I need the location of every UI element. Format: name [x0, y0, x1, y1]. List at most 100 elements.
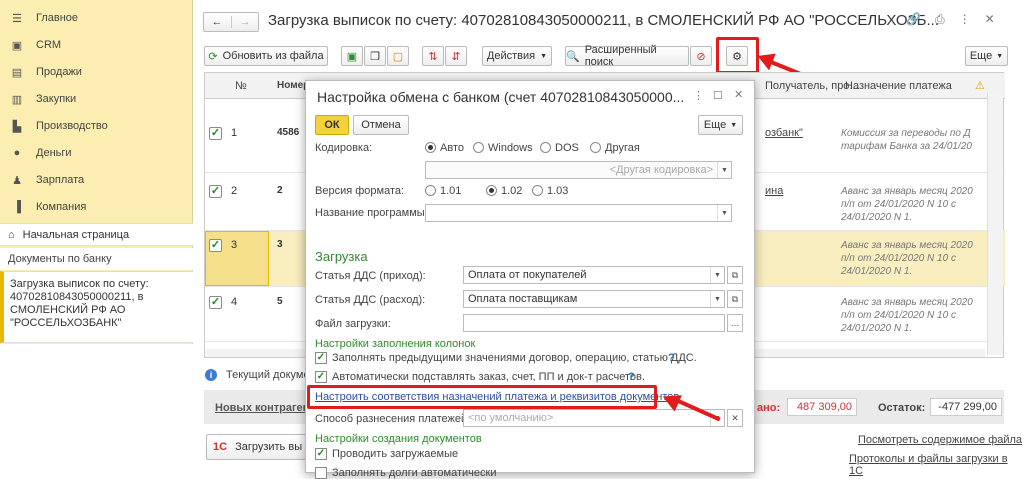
window-controls: 🔗 ⎙ ⋮ ✕ [906, 12, 995, 27]
open-icon: ⧉ [731, 293, 739, 304]
copy-button[interactable]: ❐ [364, 46, 386, 66]
vertical-scrollbar[interactable] [987, 93, 1003, 355]
ellipsis-icon: … [730, 318, 740, 328]
counterparty-link[interactable]: ина [765, 185, 783, 197]
dds-in-label: Статья ДДС (приход): [315, 270, 426, 282]
dialog-title: Настройка обмена с банком (счет 40702810… [317, 89, 685, 105]
radio-enc-other[interactable] [590, 142, 601, 153]
radio-enc-auto[interactable] [425, 142, 436, 153]
dds-in-field[interactable]: Оплата от покупателей ▼ [463, 266, 725, 284]
sidebar-empty-area [0, 344, 193, 473]
radio-version-102[interactable] [486, 185, 497, 196]
row-checkbox[interactable]: ✓ [209, 239, 222, 252]
row-checkbox[interactable]: ✓ [209, 185, 222, 198]
cancel-button[interactable]: Отмена [353, 115, 409, 135]
browse-file-button[interactable]: … [727, 314, 743, 332]
money-icon: ● [13, 147, 21, 159]
sort-asc-icon: ⇅ [428, 50, 438, 63]
open-window-item[interactable]: Загрузка выписок по счету: 4070281084305… [0, 271, 193, 343]
sidebar-item-main[interactable]: ☰ Главное [0, 5, 193, 31]
view-file-link[interactable]: Посмотреть содержимое файла [858, 434, 1022, 446]
company-icon: ▐ [13, 201, 21, 213]
open-dds-in-button[interactable]: ⧉ [727, 266, 743, 284]
auto-substitute-checkbox[interactable]: ✓ [315, 371, 327, 383]
home-icon: ⌂ [8, 228, 15, 241]
file-field[interactable] [463, 314, 725, 332]
radio-version-101[interactable] [425, 185, 436, 196]
radio-version-103[interactable] [532, 185, 543, 196]
row-checkbox[interactable]: ✓ [209, 296, 222, 309]
sum-value: 487 309,00 [787, 398, 857, 416]
actions-button[interactable]: Действия ▼ [482, 46, 552, 66]
clear-distribution-button[interactable]: ✕ [727, 409, 743, 427]
file-label: Файл загрузки: [315, 318, 391, 330]
forward-arrow-icon[interactable]: → [232, 16, 259, 28]
load-button[interactable]: 1С Загрузить вы [206, 434, 306, 460]
close-icon[interactable]: ✕ [985, 12, 995, 27]
more-button[interactable]: Еще ▼ [965, 46, 1008, 66]
dialog-more-button[interactable]: Еще ▼ [698, 115, 743, 135]
dialog-more-icon[interactable]: ⋮ [693, 89, 704, 102]
program-name-field[interactable]: ▼ [425, 204, 732, 222]
clear-icon: ✕ [731, 412, 739, 423]
fill-section-title: Настройки заполнения колонок [315, 338, 476, 350]
chevron-down-icon: ▼ [540, 52, 548, 60]
balance-label: Остаток: [878, 402, 926, 414]
radio-enc-windows[interactable] [473, 142, 484, 153]
current-document-label: Текущий докумен [226, 369, 316, 381]
person-icon: ♟ [12, 174, 22, 187]
clear-search-icon: ⊘ [696, 50, 706, 63]
print-icon[interactable]: ⎙ [935, 12, 945, 27]
post-loaded-checkbox[interactable]: ✓ [315, 448, 327, 460]
create-section-title: Настройки создания документов [315, 433, 482, 445]
advanced-search-button[interactable]: 🔍 Расширенный поиск [565, 44, 689, 68]
cart-icon: ▤ [11, 66, 23, 79]
check-all-button[interactable]: ▣ [341, 46, 363, 66]
help-icon[interactable]: ? [628, 371, 635, 383]
new-contractors-link[interactable]: Новых контрагент [215, 402, 315, 414]
sort-asc-button[interactable]: ⇅ [422, 46, 444, 66]
chevron-down-icon: ▼ [730, 121, 738, 129]
sidebar-item-money[interactable]: ● Деньги [0, 140, 193, 166]
load-section-title: Загрузка [315, 249, 368, 264]
bank-documents-link[interactable]: Документы по банку [0, 248, 193, 270]
back-forward-buttons[interactable]: ← → [203, 12, 259, 32]
sidebar-item-sales[interactable]: ▤ Продажи [0, 59, 193, 85]
clear-search-button[interactable]: ⊘ [690, 46, 712, 66]
ok-button[interactable]: ОК [315, 115, 349, 135]
sidebar-item-crm[interactable]: ▣ CRM [0, 32, 193, 58]
protocols-link[interactable]: Протоколы и файлы загрузки в 1С [849, 453, 1024, 477]
link-icon[interactable]: 🔗 [906, 12, 921, 27]
open-icon: ⧉ [731, 269, 739, 280]
row-checkbox[interactable]: ✓ [209, 127, 222, 140]
crm-icon: ▣ [11, 39, 23, 52]
sort-desc-button[interactable]: ⇵ [445, 46, 467, 66]
uncheck-all-icon: ▢ [392, 50, 404, 63]
fill-debts-checkbox[interactable] [315, 467, 327, 479]
chevron-down-icon: ▼ [710, 291, 724, 307]
distribution-label: Способ разнесения платежей: [315, 413, 471, 425]
sidebar-item-purchases[interactable]: ▥ Закупки [0, 86, 193, 112]
radio-enc-dos[interactable] [540, 142, 551, 153]
counterparty-link[interactable]: озбанк" [765, 127, 803, 139]
maximize-icon[interactable]: ☐ [713, 89, 723, 102]
dialog-close-icon[interactable]: ✕ [734, 88, 743, 101]
uncheck-all-button[interactable]: ▢ [387, 46, 409, 66]
dds-out-field[interactable]: Оплата поставщикам ▼ [463, 290, 725, 308]
col-num-header[interactable]: № [235, 80, 247, 92]
more-vert-icon[interactable]: ⋮ [959, 12, 971, 27]
distribution-field[interactable]: <по умолчанию>▼ [463, 409, 725, 427]
sum-label: ано: [757, 402, 781, 414]
factory-icon: ▙ [12, 120, 22, 133]
sidebar-item-production[interactable]: ▙ Производство [0, 113, 193, 139]
open-dds-out-button[interactable]: ⧉ [727, 290, 743, 308]
sidebar-item-salary[interactable]: ♟ Зарплата [0, 167, 193, 193]
help-icon[interactable]: ? [668, 352, 675, 364]
fill-prev-checkbox[interactable]: ✓ [315, 352, 327, 364]
col-purpose-header[interactable]: Назначение платежа [845, 80, 952, 92]
refresh-from-file-button[interactable]: ⟳ Обновить из файла [204, 46, 328, 66]
back-arrow-icon[interactable]: ← [204, 16, 232, 28]
home-page-link[interactable]: ⌂ Начальная страница [0, 223, 193, 246]
sort-desc-icon: ⇵ [451, 50, 461, 63]
sidebar-item-company[interactable]: ▐ Компания [0, 194, 193, 220]
